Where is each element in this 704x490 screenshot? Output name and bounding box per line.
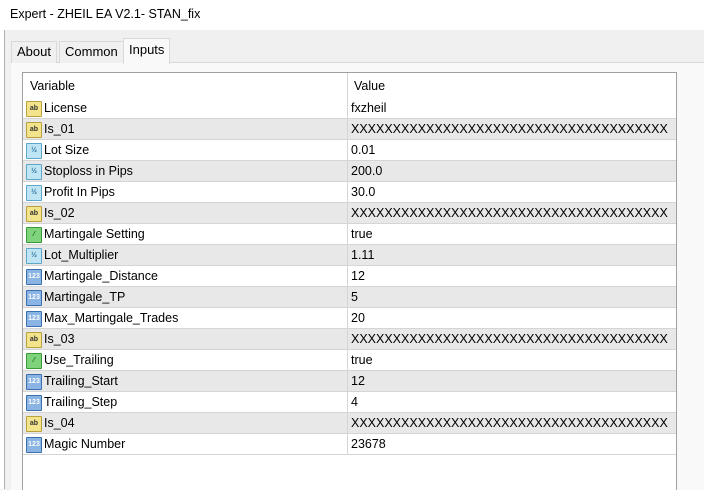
column-divider [347,350,348,370]
column-divider [347,161,348,181]
double-icon: ½ [26,164,42,180]
table-row[interactable]: ½ Lot_Multiplier 1.11 [23,245,676,266]
table-header: Variable Value [23,73,676,98]
table-row[interactable]: ⁄ Martingale Setting true [23,224,676,245]
table-row[interactable]: ½ Stoploss in Pips 200.0 [23,161,676,182]
integer-icon: 123 [26,374,42,390]
string-icon: ab [26,206,42,222]
column-divider [347,371,348,391]
string-icon: ab [26,416,42,432]
string-icon: ab [26,332,42,348]
column-divider [347,98,348,118]
column-divider [347,266,348,286]
variable-value[interactable]: 12 [351,269,669,283]
tab-about[interactable]: About [11,41,57,63]
table-row[interactable]: ⁄ Use_Trailing true [23,350,676,371]
column-divider [347,329,348,349]
double-icon: ½ [26,143,42,159]
variable-name: Lot Size [44,143,90,157]
variable-name: Trailing_Step [44,395,118,409]
bool-icon: ⁄ [26,353,42,369]
column-divider [347,182,348,202]
table-row[interactable]: 123 Martingale_TP 5 [23,287,676,308]
variable-name: Magic Number [44,437,126,451]
integer-icon: 123 [26,311,42,327]
table-row[interactable]: 123 Trailing_Step 4 [23,392,676,413]
table-row[interactable]: ab Is_02 XXXXXXXXXXXXXXXXXXXXXXXXXXXXXXX… [23,203,676,224]
variable-name: Martingale_TP [44,290,126,304]
bool-icon: ⁄ [26,227,42,243]
variable-name: Is_04 [44,416,75,430]
table-row[interactable]: ½ Lot Size 0.01 [23,140,676,161]
column-divider [347,392,348,412]
table-row[interactable]: 123 Trailing_Start 12 [23,371,676,392]
inputs-table: Variable Value ab License fxzheil ab Is_0… [22,72,677,490]
column-divider[interactable] [347,73,348,98]
variable-name: Is_01 [44,122,75,136]
variable-value[interactable]: XXXXXXXXXXXXXXXXXXXXXXXXXXXXXXXXXXXXXX..… [351,206,669,220]
table-row[interactable]: 123 Magic Number 23678 [23,434,676,455]
column-divider [347,308,348,328]
variable-value[interactable]: 30.0 [351,185,669,199]
integer-icon: 123 [26,269,42,285]
double-icon: ½ [26,185,42,201]
variable-value[interactable]: 23678 [351,437,669,451]
variable-value[interactable]: XXXXXXXXXXXXXXXXXXXXXXXXXXXXXXXXXXXXXX..… [351,416,669,430]
column-header-variable[interactable]: Variable [30,79,75,93]
table-row[interactable]: ab Is_01 XXXXXXXXXXXXXXXXXXXXXXXXXXXXXXX… [23,119,676,140]
variable-value[interactable]: true [351,227,669,241]
column-divider [347,245,348,265]
string-icon: ab [26,122,42,138]
variable-name: Profit In Pips [44,185,115,199]
variable-name: Lot_Multiplier [44,248,119,262]
variable-name: Is_02 [44,206,75,220]
variable-value[interactable]: true [351,353,669,367]
variable-value[interactable]: XXXXXXXXXXXXXXXXXXXXXXXXXXXXXXXXXXXXXX..… [351,122,669,136]
column-header-value[interactable]: Value [354,79,385,93]
column-divider [347,224,348,244]
variable-value[interactable]: 20 [351,311,669,325]
variable-value[interactable]: XXXXXXXXXXXXXXXXXXXXXXXXXXXXXXXXXXXXXX..… [351,332,669,346]
variable-name: Stoploss in Pips [44,164,133,178]
variable-name: Max_Martingale_Trades [44,311,179,325]
variable-name: Martingale Setting [44,227,145,241]
variable-value[interactable]: 200.0 [351,164,669,178]
variable-name: Trailing_Start [44,374,118,388]
variable-value[interactable]: 5 [351,290,669,304]
variable-name: Martingale_Distance [44,269,158,283]
variable-value[interactable]: fxzheil [351,101,669,115]
variable-value[interactable]: 0.01 [351,143,669,157]
column-divider [347,287,348,307]
table-row[interactable]: ab License fxzheil [23,98,676,119]
table-row[interactable]: ab Is_03 XXXXXXXXXXXXXXXXXXXXXXXXXXXXXXX… [23,329,676,350]
table-row[interactable]: ½ Profit In Pips 30.0 [23,182,676,203]
double-icon: ½ [26,248,42,264]
string-icon: ab [26,101,42,117]
integer-icon: 123 [26,437,42,453]
column-divider [347,434,348,454]
column-divider [347,203,348,223]
integer-icon: 123 [26,290,42,306]
tab-common[interactable]: Common [59,41,124,63]
window-title: Expert - ZHEIL EA V2.1- STAN_fix [10,7,201,21]
table-row[interactable]: 123 Max_Martingale_Trades 20 [23,308,676,329]
variable-value[interactable]: 4 [351,395,669,409]
column-divider [347,119,348,139]
integer-icon: 123 [26,395,42,411]
variable-value[interactable]: 12 [351,374,669,388]
title-bar: Expert - ZHEIL EA V2.1- STAN_fix [0,0,704,30]
table-row[interactable]: ab Is_04 XXXXXXXXXXXXXXXXXXXXXXXXXXXXXXX… [23,413,676,434]
tab-inputs[interactable]: Inputs [123,38,171,64]
variable-value[interactable]: 1.11 [351,248,669,262]
window-frame [0,30,5,489]
column-divider [347,413,348,433]
variable-name: Use_Trailing [44,353,114,367]
variable-name: License [44,101,88,115]
variable-name: Is_03 [44,332,75,346]
table-row[interactable]: 123 Martingale_Distance 12 [23,266,676,287]
column-divider [347,140,348,160]
